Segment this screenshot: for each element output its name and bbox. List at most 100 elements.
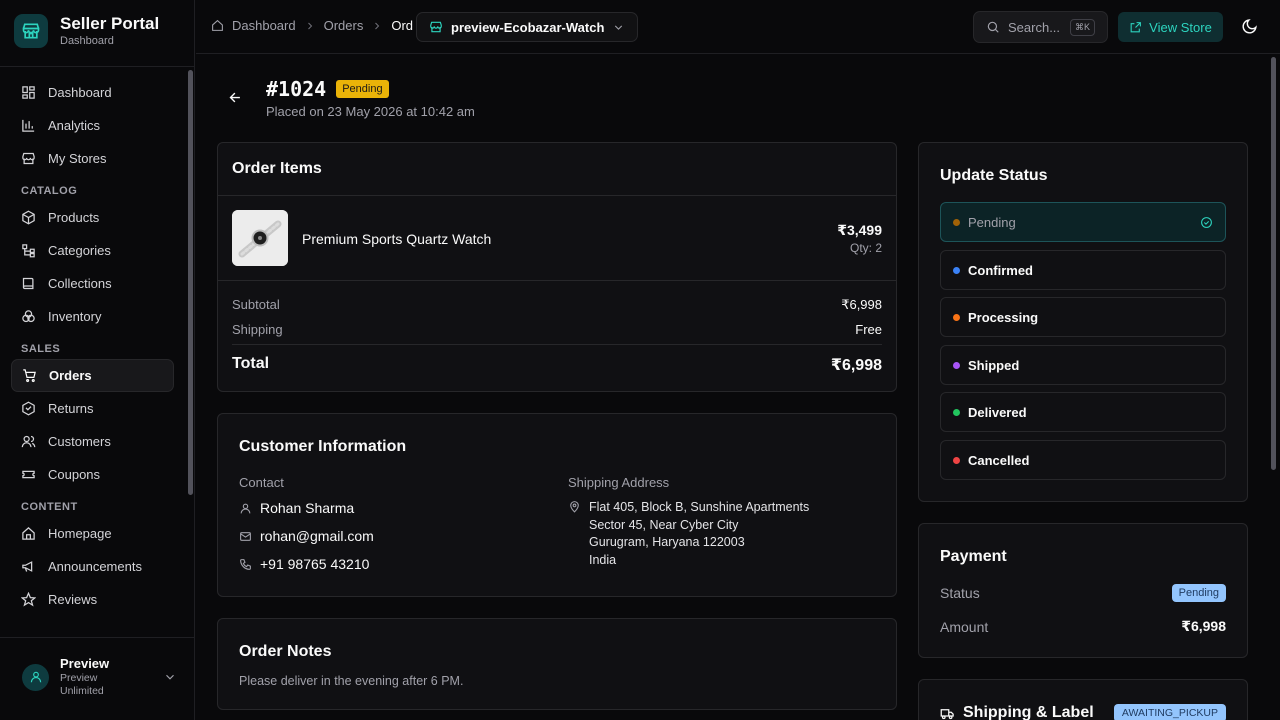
sidebar-item-announcements[interactable]: Announcements [11, 550, 174, 583]
customer-phone[interactable]: +91 98765 43210 [260, 556, 369, 572]
sidebar-item-label: Analytics [48, 118, 101, 133]
status-option-label: Delivered [968, 404, 1027, 420]
payment-amount: ₹6,998 [1181, 618, 1226, 634]
sidebar-item-label: Customers [48, 434, 111, 449]
status-option-label: Confirmed [968, 262, 1033, 278]
subtotal-value: ₹6,998 [841, 297, 882, 312]
sidebar-item-label: Announcements [48, 559, 142, 574]
card-title: Order Notes [239, 643, 332, 660]
phone-icon [240, 558, 251, 570]
return-box-icon [22, 401, 35, 416]
tree-icon [22, 244, 35, 258]
chevron-right-icon [307, 22, 312, 29]
status-option-delivered[interactable]: Delivered [940, 392, 1226, 432]
topbar: Dashboard Orders Ord 1 preview-Ecobazar-… [196, 0, 1280, 54]
main-scrollbar[interactable] [1271, 57, 1276, 470]
sidebar-item-dashboard[interactable]: Dashboard [11, 76, 174, 109]
item-name[interactable]: Premium Sports Quartz Watch [302, 231, 491, 247]
sidebar-item-homepage[interactable]: Homepage [11, 517, 174, 550]
card-title: Order Items [232, 160, 322, 177]
truck-icon [940, 708, 954, 719]
customer-phone-row: +91 98765 43210 [239, 556, 369, 572]
shipping-label: Shipping [232, 322, 283, 337]
breadcrumb-orders[interactable]: Orders [324, 18, 364, 33]
payment-status-row: Status Pending [940, 584, 1226, 602]
user-menu[interactable]: Preview Preview Unlimited [22, 656, 177, 698]
divider [232, 344, 882, 345]
sidebar-item-customers[interactable]: Customers [11, 425, 174, 458]
sidebar-item-label: Inventory [48, 309, 102, 324]
brand-subtitle: Dashboard [60, 35, 114, 47]
subtotal-row: Subtotal ₹6,998 [232, 297, 882, 313]
customer-name: Rohan Sharma [260, 500, 355, 516]
status-dot [953, 408, 960, 416]
payment-status-badge: Pending [1171, 584, 1226, 602]
cart-icon [23, 369, 36, 383]
sidebar-item-my-stores[interactable]: My Stores [11, 142, 174, 175]
back-button[interactable] [228, 90, 243, 110]
status-option-shipped[interactable]: Shipped [940, 345, 1226, 385]
shipping-header: Shipping & Label [940, 704, 1094, 720]
sidebar-item-orders[interactable]: Orders [11, 359, 174, 392]
boxes-icon [22, 310, 35, 323]
map-pin-icon [570, 501, 579, 513]
sidebar-item-categories[interactable]: Categories [11, 234, 174, 267]
search-input[interactable]: Search... ⌘K [973, 11, 1108, 43]
sidebar-item-collections[interactable]: Collections [11, 267, 174, 300]
mail-icon [240, 531, 251, 541]
status-option-pending[interactable]: Pending [940, 202, 1226, 242]
theme-toggle[interactable] [1241, 18, 1258, 40]
home-icon [22, 527, 35, 540]
address-line: India [589, 552, 617, 567]
address-line: Sector 45, Near Cyber City [589, 517, 739, 532]
main-content: #1024 Pending Placed on 23 May 2026 at 1… [196, 55, 1280, 720]
sidebar-item-reviews[interactable]: Reviews [11, 583, 174, 616]
card-title: Shipping & Label [963, 704, 1094, 720]
divider [0, 637, 195, 638]
sidebar-item-label: Coupons [48, 467, 101, 482]
sidebar-item-label: Collections [48, 276, 112, 291]
card-title: Update Status [940, 167, 1048, 184]
order-notes-card: Order Notes Please deliver in the evenin… [217, 618, 897, 710]
view-store-label: View Store [1149, 19, 1212, 35]
sidebar-item-inventory[interactable]: Inventory [11, 300, 174, 333]
status-option-processing[interactable]: Processing [940, 297, 1226, 337]
star-icon [21, 592, 36, 607]
view-store-button[interactable]: View Store [1118, 12, 1223, 42]
shipping-row: Shipping Free [232, 322, 882, 337]
shipping-status-badge: AWAITING_PICKUP [1113, 704, 1226, 720]
status-option-cancelled[interactable]: Cancelled [940, 440, 1226, 480]
chevron-down-icon [166, 674, 174, 680]
total-row: Total ₹6,998 [232, 355, 882, 375]
order-header: #1024 Pending [266, 77, 389, 101]
address-line: Flat 405, Block B, Sunshine Apartments [589, 500, 810, 514]
shipping-label-card: Shipping & Label AWAITING_PICKUP [918, 679, 1248, 720]
sidebar-item-coupons[interactable]: Coupons [11, 458, 174, 491]
status-option-confirmed[interactable]: Confirmed [940, 250, 1226, 290]
store-selector[interactable]: preview-Ecobazar-Watch [416, 12, 639, 42]
shipping-address-label: Shipping Address [568, 475, 670, 490]
customer-name-row: Rohan Sharma [239, 500, 354, 516]
status-badge: Pending [336, 80, 389, 98]
sidebar: Seller Portal Dashboard Dashboard Analyt… [0, 0, 195, 720]
app: Seller Portal Dashboard Dashboard Analyt… [0, 0, 1280, 720]
arrow-left-icon [229, 92, 240, 103]
breadcrumb: Dashboard Orders Ord 1 [211, 18, 424, 33]
moon-icon [1242, 19, 1257, 34]
total-value: ₹6,998 [830, 357, 882, 374]
product-thumbnail[interactable] [232, 210, 288, 266]
customer-email[interactable]: rohan@gmail.com [260, 528, 374, 544]
status-dot [953, 266, 960, 274]
sidebar-item-analytics[interactable]: Analytics [11, 109, 174, 142]
sidebar-item-products[interactable]: Products [11, 201, 174, 234]
user-plan: Preview [60, 672, 98, 684]
breadcrumb-dashboard[interactable]: Dashboard [232, 18, 296, 33]
brand[interactable]: Seller Portal Dashboard [14, 14, 159, 48]
sidebar-scrollbar[interactable] [188, 70, 193, 495]
ticket-icon [22, 470, 35, 479]
address-line: Gurugram, Haryana 122003 [589, 535, 745, 549]
sidebar-item-label: Returns [48, 401, 94, 416]
search-shortcut: ⌘K [1069, 18, 1095, 36]
megaphone-icon [22, 561, 33, 572]
sidebar-item-returns[interactable]: Returns [11, 392, 174, 425]
